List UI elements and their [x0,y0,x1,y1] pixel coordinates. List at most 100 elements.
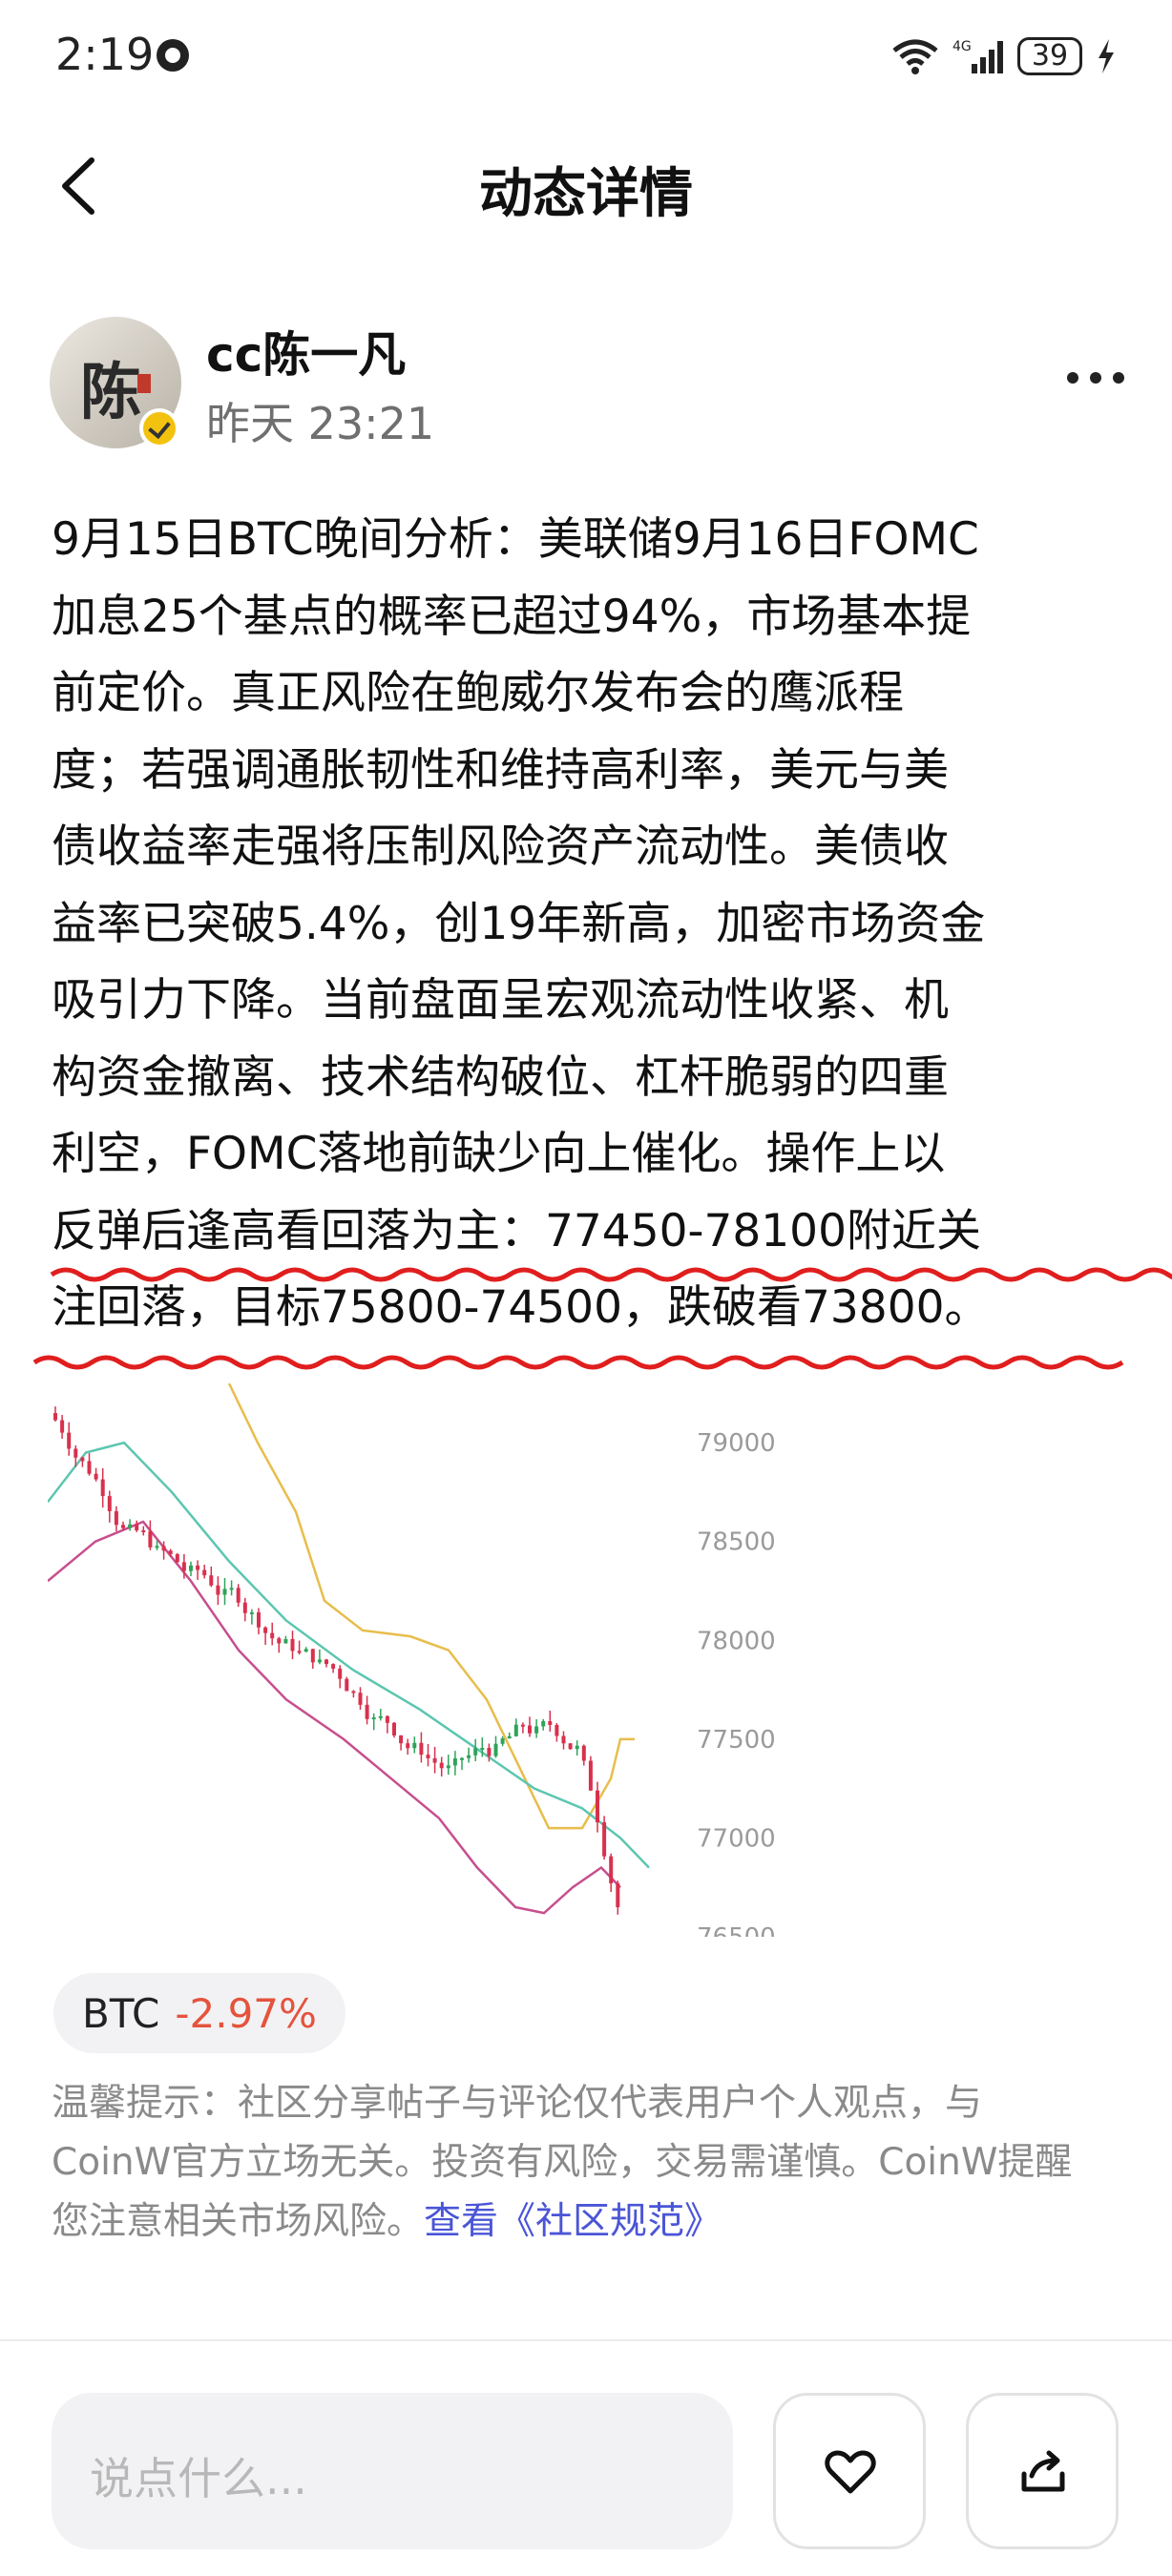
candle-down [487,1748,492,1756]
post-line: 构资金撤离、技术结构破位、杠杆脆弱的四重 [52,1050,949,1104]
candle-down [181,1562,186,1571]
disclaimer-line: CoinW官方立场无关。投资有风险，交易需谨慎。CoinW提醒 [52,2141,1073,2184]
candle-down [432,1757,437,1763]
candle-down [419,1742,424,1755]
community-rules-link[interactable]: 查看《社区规范》 [424,2200,722,2243]
candle-down [351,1691,356,1693]
y-tick-label: 79000 [697,1429,776,1458]
candle-down [345,1678,349,1692]
disclaimer-line: 您注意相关市场风险。查看《社区规范》 [52,2192,1130,2252]
page-title: 动态详情 [479,163,693,225]
y-tick-label: 78000 [697,1627,776,1655]
candle-down [60,1420,65,1433]
candle-down [365,1704,369,1719]
candle-down [141,1530,146,1533]
ticker-change: -2.97% [175,1989,317,2037]
verified-badge-icon [139,408,179,448]
like-button[interactable] [773,2393,926,2549]
candle-down [242,1602,247,1613]
candle-down [406,1743,410,1749]
upper-band-line [227,1383,635,1830]
candle-down [148,1531,153,1548]
candle-down [121,1525,125,1528]
disclaimer-line: 温馨提示：社区分享帖子与评论仅代表用户个人观点，与 [52,2082,983,2125]
candle-down [263,1627,268,1633]
candle-up [283,1638,288,1644]
post-line: 债收益率走强将压制风险资产流动性。美债收 [52,821,949,873]
candle-up [534,1726,539,1734]
candle-down [277,1638,282,1644]
candle-up [378,1715,383,1718]
post-line: 吸引力下降。当前盘面呈宏观流动性收紧、机 [52,974,949,1027]
candle-down [107,1496,112,1511]
comment-placeholder: 说点什么... [90,2453,307,2504]
candle-down [358,1693,363,1705]
more-options-icon[interactable] [1067,372,1124,391]
candle-down [588,1760,593,1791]
comment-input[interactable]: 说点什么... [52,2393,733,2549]
battery-indicator: 39 [1017,37,1082,75]
candle-down [426,1755,430,1758]
candle-down [236,1588,241,1603]
post-line: 益率已突破5.4%，创19年新高，加密市场资金 [52,897,986,950]
candle-up [412,1742,417,1749]
post-line: 9月15日BTC晚间分析：美联储9月16日FOMC [52,513,979,566]
author-name[interactable]: cc陈一凡 [206,317,406,385]
candle-down [609,1856,614,1884]
post-line: 利空，FOMC落地前缺少向上催化。操作上以 [52,1128,946,1180]
candle-up [128,1524,133,1528]
notification-icon [157,39,189,72]
candle-down [270,1632,275,1639]
candle-up [541,1721,546,1727]
candle-down [100,1479,105,1497]
candle-down [87,1461,92,1474]
divider [0,2339,1172,2341]
candle-down [520,1724,525,1727]
candle-down [114,1510,118,1526]
candle-down [399,1735,404,1744]
post-line: 度；若强调通胀韧性和维持高利率，美元与美 [52,743,949,797]
candle-down [168,1550,173,1555]
heart-icon [825,2450,876,2494]
candle-up [189,1565,193,1571]
candle-up [500,1738,505,1744]
ticker-symbol: BTC [82,1989,160,2037]
candle-up [371,1717,376,1720]
network-type: 4G [952,39,972,54]
candle-down [581,1745,586,1761]
candle-down [596,1790,599,1823]
page-header: 动态详情 [0,134,1172,239]
candle-up [317,1659,322,1663]
candle-down [202,1569,207,1576]
candle-up [249,1611,254,1614]
candle-up [473,1748,478,1755]
candle-up [493,1743,498,1756]
wifi-icon [892,39,938,74]
candle-down [331,1664,336,1669]
candle-up [303,1649,308,1652]
candle-up [222,1589,227,1595]
disclaimer-text: 您注意相关市场风险。 [52,2200,425,2243]
post-content: 9月15日BTC晚间分析：美联储9月16日FOMC 加息25个基点的概率已超过9… [52,502,1130,1347]
ticker-tag[interactable]: BTC -2.97% [53,1973,345,2053]
candle-down [555,1724,559,1736]
candle-up [507,1735,512,1739]
post-line: 前定价。真正风险在鲍威尔发布会的鹰派程 [52,667,904,719]
cellular-signal-icon: 4G [952,39,1003,73]
candle-up [467,1755,471,1758]
candle-down [602,1822,607,1857]
candle-down [290,1638,295,1652]
y-tick-label: 76500 [697,1923,776,1937]
candle-up [460,1757,464,1760]
price-chart[interactable]: 79000 78500 78000 77500 77000 76500 [48,1383,783,1937]
share-button[interactable] [966,2393,1119,2549]
candle-up [575,1745,579,1750]
candle-down [324,1659,328,1665]
candle-down [135,1524,139,1531]
status-icons: 4G 39 [891,32,1117,80]
candle-down [80,1457,85,1462]
red-underline-annotation [32,1267,1172,1370]
candle-down [385,1715,389,1723]
candle-up [513,1724,518,1736]
candle-down [297,1651,302,1653]
